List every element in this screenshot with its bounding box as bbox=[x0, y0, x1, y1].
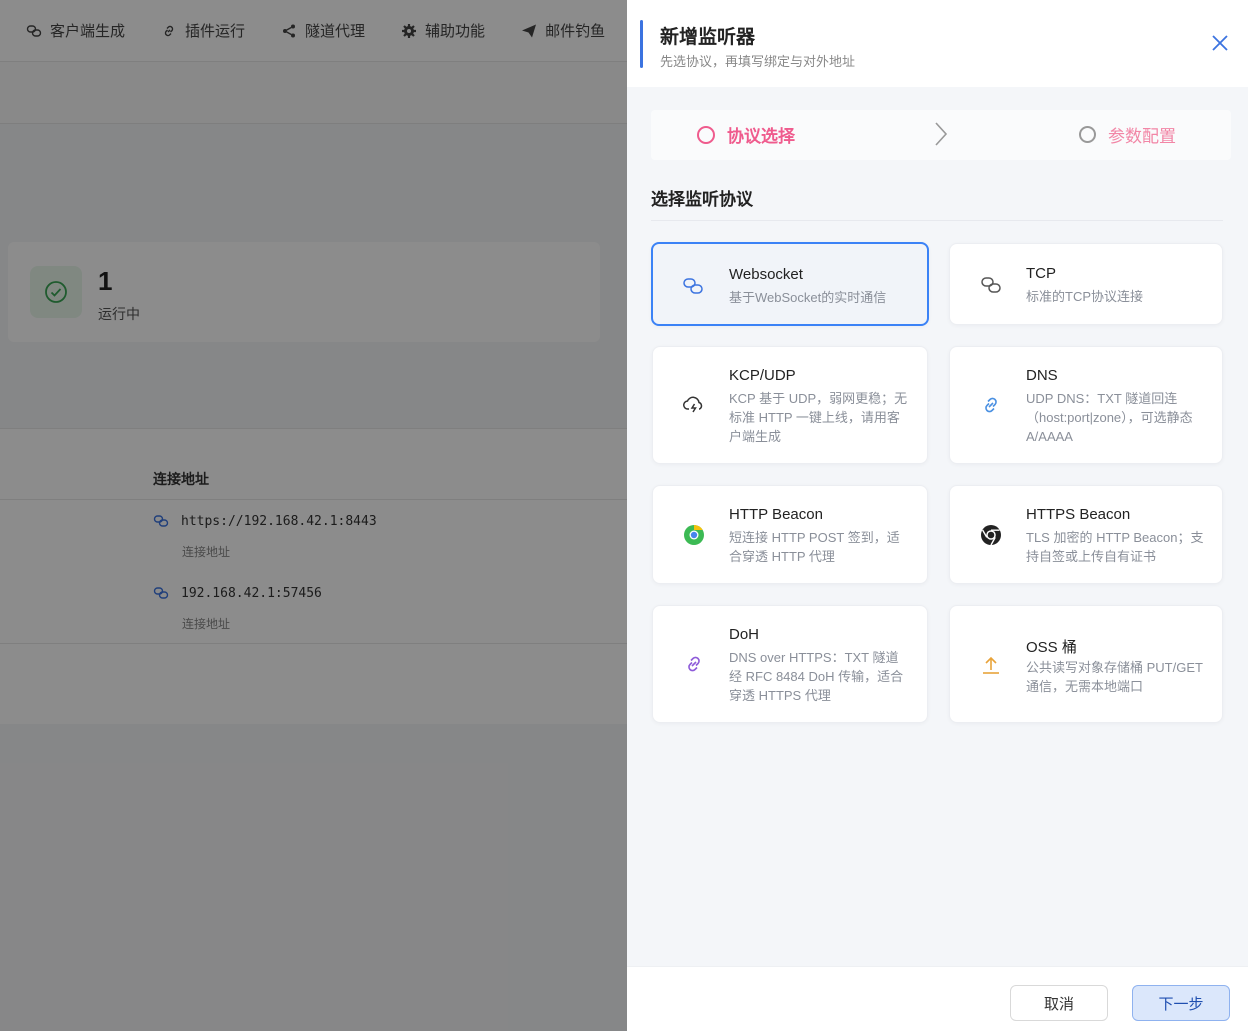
step-circle-icon bbox=[697, 125, 715, 144]
step-protocol-select[interactable]: 协议选择 bbox=[697, 122, 795, 147]
protocol-name: TCP bbox=[1026, 265, 1056, 282]
steps-bar: 协议选择 参数配置 bbox=[651, 110, 1231, 160]
protocol-card-https-beacon[interactable]: HTTPS Beacon TLS 加密的 HTTP Beacon；支持自签或上传… bbox=[949, 485, 1223, 584]
protocol-name: DNS bbox=[1026, 367, 1058, 384]
protocol-card-dns[interactable]: DNS UDP DNS：TXT 隧道回连（host:port|zone），可选静… bbox=[949, 346, 1223, 464]
chain-icon bbox=[981, 277, 1001, 293]
protocol-name: DoH bbox=[729, 626, 760, 643]
protocol-name: HTTP Beacon bbox=[729, 506, 823, 523]
divider bbox=[651, 220, 1223, 221]
chevron-right-icon bbox=[935, 122, 948, 146]
cancel-button[interactable]: 取消 bbox=[1010, 985, 1108, 1021]
drawer-subtitle: 先选协议，再填写绑定与对外地址 bbox=[660, 54, 856, 69]
header-accent-bar bbox=[640, 20, 643, 68]
protocol-card-kcp-udp[interactable]: KCP/UDP KCP 基于 UDP，弱网更稳；无标准 HTTP 一键上线，请用… bbox=[652, 346, 928, 464]
new-listener-drawer: 新增监听器 先选协议，再填写绑定与对外地址 协议选择 参数配置 选择监听协议 W… bbox=[627, 0, 1248, 1031]
protocol-name: KCP/UDP bbox=[729, 367, 796, 384]
chrome-icon bbox=[981, 525, 1001, 546]
drawer-footer: 取消 下一步 bbox=[627, 966, 1248, 1031]
cloud-lightning-icon bbox=[683, 396, 703, 413]
protocol-desc: DNS over HTTPS：TXT 隧道经 RFC 8484 DoH 传输，适… bbox=[729, 650, 904, 703]
section-title: 选择监听协议 bbox=[651, 190, 753, 209]
protocol-desc: 短连接 HTTP POST 签到，适合穿透 HTTP 代理 bbox=[729, 530, 900, 564]
protocol-name: Websocket bbox=[729, 266, 803, 283]
protocol-desc: KCP 基于 UDP，弱网更稳；无标准 HTTP 一键上线，请用客户端生成 bbox=[729, 391, 908, 444]
drawer-title: 新增监听器 bbox=[660, 27, 756, 48]
protocol-card-tcp[interactable]: TCP 标准的TCP协议连接 bbox=[949, 243, 1223, 325]
protocol-name: HTTPS Beacon bbox=[1026, 506, 1131, 523]
protocol-card-doh[interactable]: DoH DNS over HTTPS：TXT 隧道经 RFC 8484 DoH … bbox=[652, 605, 928, 723]
protocol-desc: UDP DNS：TXT 隧道回连（host:port|zone），可选静态 A/… bbox=[1026, 391, 1193, 444]
protocol-card-oss[interactable]: OSS 桶 公共读写对象存储桶 PUT/GET 通信，无需本地端口 bbox=[949, 605, 1223, 723]
upload-icon bbox=[983, 656, 999, 674]
protocol-name: OSS 桶 bbox=[1026, 639, 1077, 656]
protocol-desc: TLS 加密的 HTTP Beacon；支持自签或上传自有证书 bbox=[1026, 530, 1204, 564]
protocol-desc: 基于WebSocket的实时通信 bbox=[729, 290, 887, 305]
protocol-card-http-beacon[interactable]: HTTP Beacon 短连接 HTTP POST 签到，适合穿透 HTTP 代… bbox=[652, 485, 928, 584]
step-label: 参数配置 bbox=[1108, 127, 1176, 146]
step-label: 协议选择 bbox=[727, 127, 795, 146]
background-page: 客户端生成 插件运行 隧道代理 辅助功能 邮件钓鱼 1 运行中 连接地址 htt… bbox=[0, 0, 627, 1031]
close-icon[interactable] bbox=[1210, 33, 1230, 53]
link-icon bbox=[688, 656, 700, 672]
link-icon bbox=[985, 397, 997, 413]
protocol-desc: 公共读写对象存储桶 PUT/GET 通信，无需本地端口 bbox=[1026, 660, 1203, 694]
drawer-header: 新增监听器 先选协议，再填写绑定与对外地址 bbox=[627, 0, 1248, 87]
next-button[interactable]: 下一步 bbox=[1132, 985, 1230, 1021]
protocol-card-websocket[interactable]: Websocket 基于WebSocket的实时通信 bbox=[651, 242, 929, 326]
step-circle-icon bbox=[1079, 126, 1096, 143]
modal-overlay[interactable] bbox=[0, 0, 627, 1031]
step-param-config[interactable]: 参数配置 bbox=[1079, 122, 1176, 147]
chrome-icon bbox=[684, 524, 704, 545]
chain-icon bbox=[683, 278, 703, 294]
protocol-desc: 标准的TCP协议连接 bbox=[1026, 289, 1144, 304]
